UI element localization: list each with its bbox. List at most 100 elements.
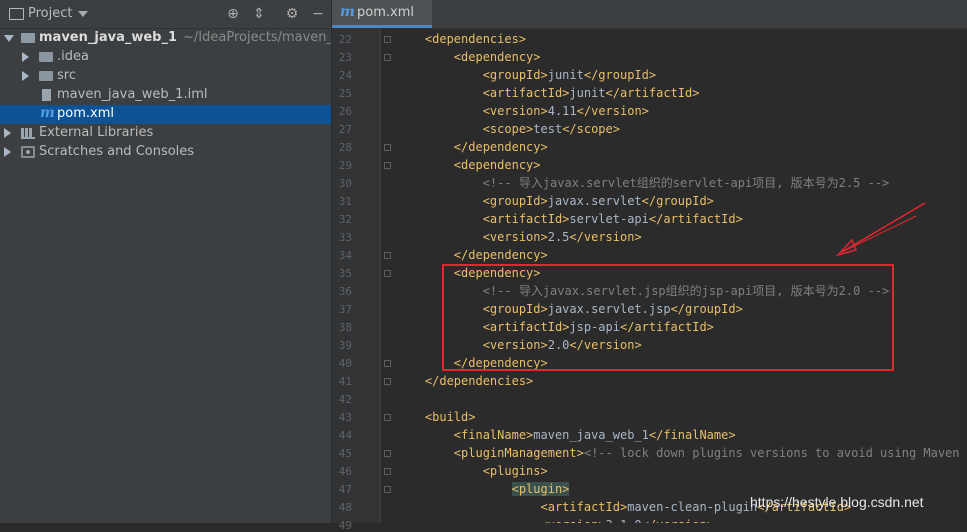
line-number: 26 bbox=[338, 105, 352, 118]
tree-item-label: pom.xml bbox=[57, 106, 114, 121]
line-number: 40 bbox=[338, 357, 352, 370]
folder-icon bbox=[39, 52, 53, 62]
gear-icon[interactable]: ⚙ bbox=[283, 5, 301, 23]
tree-item-pom[interactable]: m pom.xml bbox=[0, 105, 331, 124]
code-line[interactable]: <version>3.1.0</version> bbox=[396, 516, 714, 523]
annotation-arrow bbox=[835, 202, 926, 257]
code-line[interactable]: <version>4.11</version> bbox=[396, 102, 649, 120]
fold-marker-icon[interactable] bbox=[384, 414, 391, 421]
line-number: 28 bbox=[338, 141, 352, 154]
code-line[interactable]: </dependencies> bbox=[396, 372, 533, 390]
fold-marker-icon[interactable] bbox=[384, 252, 391, 259]
tree-item-label: src bbox=[57, 68, 76, 83]
code-line[interactable]: <!-- 导入javax.servlet组织的servlet-api项目, 版本… bbox=[396, 174, 890, 192]
chevron-right-icon[interactable] bbox=[4, 128, 11, 138]
line-number: 30 bbox=[338, 177, 352, 190]
iml-file-icon bbox=[42, 89, 51, 101]
code-line[interactable]: <plugin> bbox=[396, 480, 570, 498]
tree-item-label: .idea bbox=[57, 49, 89, 64]
fold-marker-icon[interactable] bbox=[384, 486, 391, 493]
code-line[interactable]: <groupId>junit</groupId> bbox=[396, 66, 656, 84]
line-number: 22 bbox=[338, 33, 352, 46]
tree-item-label: External Libraries bbox=[39, 125, 154, 140]
fold-marker-icon[interactable] bbox=[384, 54, 391, 61]
tree-item-scratches[interactable]: Scratches and Consoles bbox=[0, 143, 331, 162]
code-line[interactable]: </dependency> bbox=[396, 246, 548, 264]
code-line[interactable]: <artifactId>junit</artifactId> bbox=[396, 84, 700, 102]
project-tool-window: Project ⊕ ⇕ ⚙ − maven_java_web_1 ~/IdeaPr… bbox=[0, 0, 360, 523]
line-number: 25 bbox=[338, 87, 352, 100]
code-line[interactable]: <finalName>maven_java_web_1</finalName> bbox=[396, 426, 736, 444]
project-panel-header: Project ⊕ ⇕ ⚙ − bbox=[0, 0, 331, 29]
tree-item-label: Scratches and Consoles bbox=[39, 144, 195, 159]
tree-item-label: maven_java_web_1 bbox=[39, 30, 178, 45]
line-number: 38 bbox=[338, 321, 352, 334]
hide-icon[interactable]: − bbox=[309, 5, 327, 23]
code-line[interactable]: <version>2.5</version> bbox=[396, 228, 642, 246]
maven-icon: m bbox=[40, 105, 55, 121]
locate-icon[interactable]: ⊕ bbox=[224, 5, 242, 23]
fold-marker-icon[interactable] bbox=[384, 270, 391, 277]
fold-marker-icon[interactable] bbox=[384, 378, 391, 385]
line-number: 37 bbox=[338, 303, 352, 316]
line-number: 46 bbox=[338, 465, 352, 478]
line-number: 31 bbox=[338, 195, 352, 208]
chevron-right-icon[interactable] bbox=[22, 71, 29, 81]
tab-label: pom.xml bbox=[357, 5, 414, 20]
line-number: 35 bbox=[338, 267, 352, 280]
line-number: 49 bbox=[338, 519, 352, 532]
scratches-icon bbox=[21, 146, 35, 158]
fold-marker-icon[interactable] bbox=[384, 144, 391, 151]
line-number: 32 bbox=[338, 213, 352, 226]
folder-icon bbox=[39, 71, 53, 81]
code-line[interactable]: <pluginManagement><!-- lock down plugins… bbox=[396, 444, 967, 462]
project-panel-title[interactable]: Project bbox=[28, 6, 72, 21]
fold-marker-icon[interactable] bbox=[384, 360, 391, 367]
annotation-highlight-box bbox=[442, 264, 894, 371]
editor-tab-bar: m pom.xml bbox=[332, 0, 967, 29]
line-number: 43 bbox=[338, 411, 352, 424]
line-number: 34 bbox=[338, 249, 352, 262]
code-line[interactable]: <artifactId>servlet-api</artifactId> bbox=[396, 210, 743, 228]
watermark: https://hestyle.blog.csdn.net bbox=[750, 494, 924, 510]
tree-item-idea[interactable]: .idea bbox=[0, 48, 331, 67]
code-line[interactable]: </dependency> bbox=[396, 138, 548, 156]
tree-item-label: maven_java_web_1.iml bbox=[57, 87, 208, 102]
line-number: 41 bbox=[338, 375, 352, 388]
code-line[interactable]: <build> bbox=[396, 408, 476, 426]
code-line[interactable]: <groupId>javax.servlet</groupId> bbox=[396, 192, 714, 210]
line-number: 48 bbox=[338, 501, 352, 514]
line-number: 45 bbox=[338, 447, 352, 460]
tab-pom-xml[interactable]: m pom.xml bbox=[332, 0, 432, 28]
code-line[interactable]: <plugins> bbox=[396, 462, 548, 480]
line-number: 23 bbox=[338, 51, 352, 64]
tree-item-src[interactable]: src bbox=[0, 67, 331, 86]
fold-marker-icon[interactable] bbox=[384, 36, 391, 43]
maven-icon: m bbox=[340, 4, 355, 20]
code-line[interactable]: <dependency> bbox=[396, 48, 541, 66]
line-number: 27 bbox=[338, 123, 352, 136]
chevron-down-icon[interactable] bbox=[4, 35, 14, 42]
line-number: 29 bbox=[338, 159, 352, 172]
editor-area: m pom.xml 22 23 24 25 26 27 28 29 30 31 32 33 34 35 36… bbox=[332, 0, 967, 532]
collapse-all-icon[interactable]: ⇕ bbox=[250, 5, 268, 23]
tree-item-external-libraries[interactable]: External Libraries bbox=[0, 124, 331, 143]
fold-marker-icon[interactable] bbox=[384, 450, 391, 457]
project-folder-icon bbox=[9, 8, 24, 20]
fold-marker-icon[interactable] bbox=[384, 162, 391, 169]
tree-item-module[interactable]: maven_java_web_1 ~/IdeaProjects/maven_jav… bbox=[0, 29, 360, 48]
chevron-down-icon[interactable] bbox=[78, 11, 88, 17]
line-number: 42 bbox=[338, 393, 352, 406]
code-line[interactable]: <scope>test</scope> bbox=[396, 120, 620, 138]
line-number: 47 bbox=[338, 483, 352, 496]
fold-marker-icon[interactable] bbox=[384, 468, 391, 475]
line-number-gutter: 22 23 24 25 26 27 28 29 30 31 32 33 34 35 36 37 38 39 40 41… bbox=[332, 28, 391, 532]
code-line[interactable]: <dependencies> bbox=[396, 30, 526, 48]
chevron-right-icon[interactable] bbox=[4, 147, 11, 157]
tree-item-iml[interactable]: maven_java_web_1.iml bbox=[0, 86, 331, 105]
code-line[interactable]: <dependency> bbox=[396, 156, 541, 174]
line-number: 33 bbox=[338, 231, 352, 244]
chevron-right-icon[interactable] bbox=[22, 52, 29, 62]
line-number: 24 bbox=[338, 69, 352, 82]
line-number: 39 bbox=[338, 339, 352, 352]
